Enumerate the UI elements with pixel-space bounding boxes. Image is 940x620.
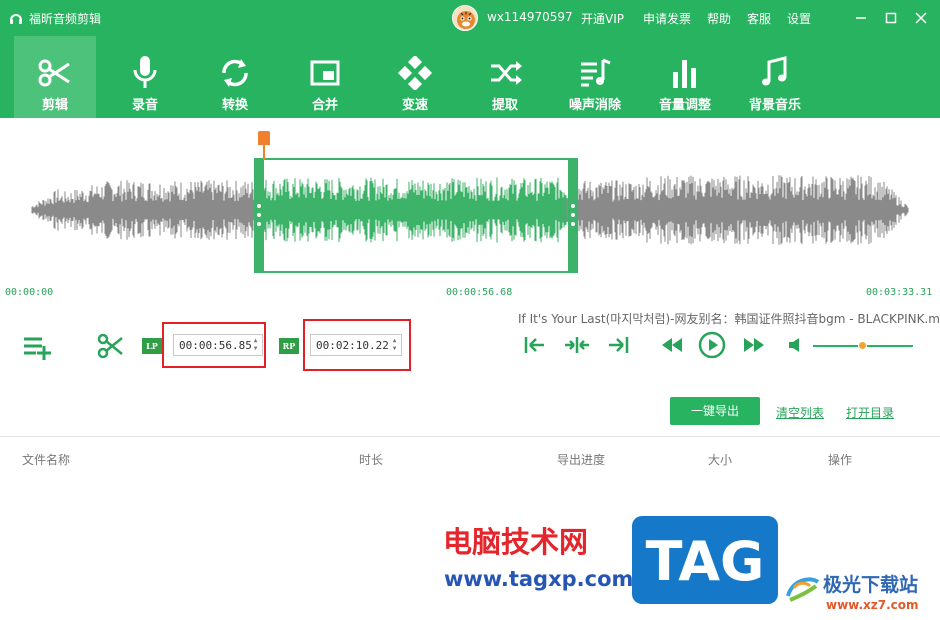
- microphone-icon: [133, 56, 157, 88]
- time-current: 00:00:56.68: [446, 287, 513, 298]
- lp-time-input[interactable]: 00:00:56.85 ▲ ▼: [173, 334, 263, 356]
- playhead-line: [263, 143, 265, 160]
- rp-tag: RP: [279, 338, 299, 354]
- column-file-name: 文件名称: [22, 453, 71, 467]
- go-to-start-icon[interactable]: [522, 334, 546, 356]
- lp-time-value: 00:00:56.85: [179, 339, 252, 352]
- clear-list-link[interactable]: 清空列表: [776, 404, 824, 421]
- time-end: 00:03:33.31: [866, 287, 933, 298]
- scissors-icon: [38, 59, 70, 87]
- column-size: 大小: [708, 453, 733, 467]
- rewind-icon[interactable]: [661, 337, 683, 353]
- add-to-list-icon[interactable]: [20, 332, 52, 360]
- tool-label: 变速: [401, 98, 428, 113]
- settings-link[interactable]: 设置: [787, 10, 811, 27]
- watermark-jiguang: 极光下载站: [823, 574, 919, 596]
- maximize-icon[interactable]: [881, 8, 901, 28]
- one-click-export-button[interactable]: 一键导出: [670, 397, 760, 425]
- selection-range[interactable]: [255, 158, 578, 273]
- title-bar: 福昕音频剪辑 wx114970597 开通VIP 申请发票 帮助 客服 设置: [0, 0, 940, 36]
- service-link[interactable]: 客服: [747, 10, 771, 27]
- lp-tag: LP: [142, 338, 162, 354]
- tool-background-music[interactable]: 背景音乐: [734, 36, 816, 118]
- tool-speed[interactable]: 变速: [374, 36, 456, 118]
- minimize-icon[interactable]: [851, 8, 871, 28]
- username: wx114970597: [487, 10, 573, 24]
- app-title: 福昕音频剪辑: [29, 12, 102, 26]
- lp-spinner-icon[interactable]: ▲ ▼: [252, 337, 259, 353]
- go-to-middle-icon[interactable]: [564, 334, 590, 356]
- close-icon[interactable]: [911, 8, 931, 28]
- main-toolbar: 剪辑 录音 转换 合并 变速 提取 噪声消除 音量调整 背景音乐: [0, 36, 940, 118]
- waveform-editor[interactable]: 00:00:00 00:00:56.68 00:03:33.31: [0, 118, 940, 306]
- watermark-tag-logo: TAG: [632, 516, 778, 604]
- selection-right-handle[interactable]: [568, 158, 578, 273]
- tool-merge[interactable]: 合并: [284, 36, 366, 118]
- watermark-site-url: www.tagxp.com: [444, 567, 634, 591]
- tool-label: 提取: [491, 98, 518, 113]
- rp-spinner-icon[interactable]: ▲ ▼: [391, 337, 398, 353]
- rp-time-value: 00:02:10.22: [316, 339, 389, 352]
- tool-volume-adjust[interactable]: 音量调整: [644, 36, 726, 118]
- tool-label: 录音: [131, 98, 158, 113]
- tool-noise-removal[interactable]: 噪声消除: [554, 36, 636, 118]
- merge-icon: [310, 60, 340, 86]
- column-export-progress: 导出进度: [557, 453, 606, 467]
- tool-label: 转换: [221, 98, 248, 113]
- volume-icon[interactable]: [788, 337, 806, 353]
- column-duration: 时长: [359, 453, 384, 467]
- watermark-xz7-url: www.xz7.com: [826, 598, 919, 612]
- song-title: If It's Your Last(마지막처럼)-网友别名：韩国证件照抖音bgm…: [518, 312, 940, 326]
- tiger-avatar-icon: [453, 6, 477, 30]
- speed-icon: [397, 56, 433, 90]
- selection-left-handle[interactable]: [254, 158, 264, 273]
- open-folder-link[interactable]: 打开目录: [846, 404, 894, 421]
- extract-icon: [491, 61, 522, 85]
- play-icon[interactable]: [698, 331, 726, 359]
- file-list-header: 文件名称 时长 导出进度 大小 操作: [0, 436, 940, 476]
- tool-label: 噪声消除: [568, 98, 621, 113]
- headphones-logo-icon: [10, 14, 22, 24]
- avatar[interactable]: [452, 5, 478, 31]
- watermark-site-name: 电脑技术网: [443, 525, 589, 559]
- convert-icon: [222, 59, 248, 87]
- noise-removal-icon: [581, 58, 611, 87]
- tool-label: 剪辑: [41, 98, 68, 113]
- invoice-link[interactable]: 申请发票: [643, 10, 691, 27]
- jiguang-logo-icon: [786, 577, 820, 602]
- open-vip-link[interactable]: 开通VIP: [581, 10, 624, 27]
- tool-record[interactable]: 录音: [104, 36, 186, 118]
- tool-convert[interactable]: 转换: [194, 36, 276, 118]
- playhead-marker[interactable]: [258, 131, 270, 145]
- tool-label: 音量调整: [658, 98, 711, 113]
- time-start: 00:00:00: [5, 287, 54, 298]
- tool-extract[interactable]: 提取: [464, 36, 546, 118]
- watermark-tag-text: TAG: [645, 530, 765, 593]
- music-note-icon: [762, 56, 787, 86]
- volume-slider-knob[interactable]: [858, 341, 867, 350]
- rp-time-input[interactable]: 00:02:10.22 ▲ ▼: [310, 334, 402, 356]
- scissors-icon[interactable]: [96, 332, 124, 360]
- tool-label: 合并: [311, 98, 338, 113]
- go-to-end-icon[interactable]: [607, 334, 631, 356]
- fast-forward-icon[interactable]: [743, 337, 765, 353]
- help-link[interactable]: 帮助: [707, 10, 731, 27]
- tool-label: 背景音乐: [748, 98, 801, 113]
- control-row: LP 00:00:56.85 ▲ ▼ RP 00:02:10.22 ▲ ▼ If I…: [0, 306, 940, 396]
- column-actions: 操作: [828, 453, 853, 467]
- volume-adjust-icon: [673, 60, 696, 88]
- tool-cut[interactable]: 剪辑: [14, 36, 96, 118]
